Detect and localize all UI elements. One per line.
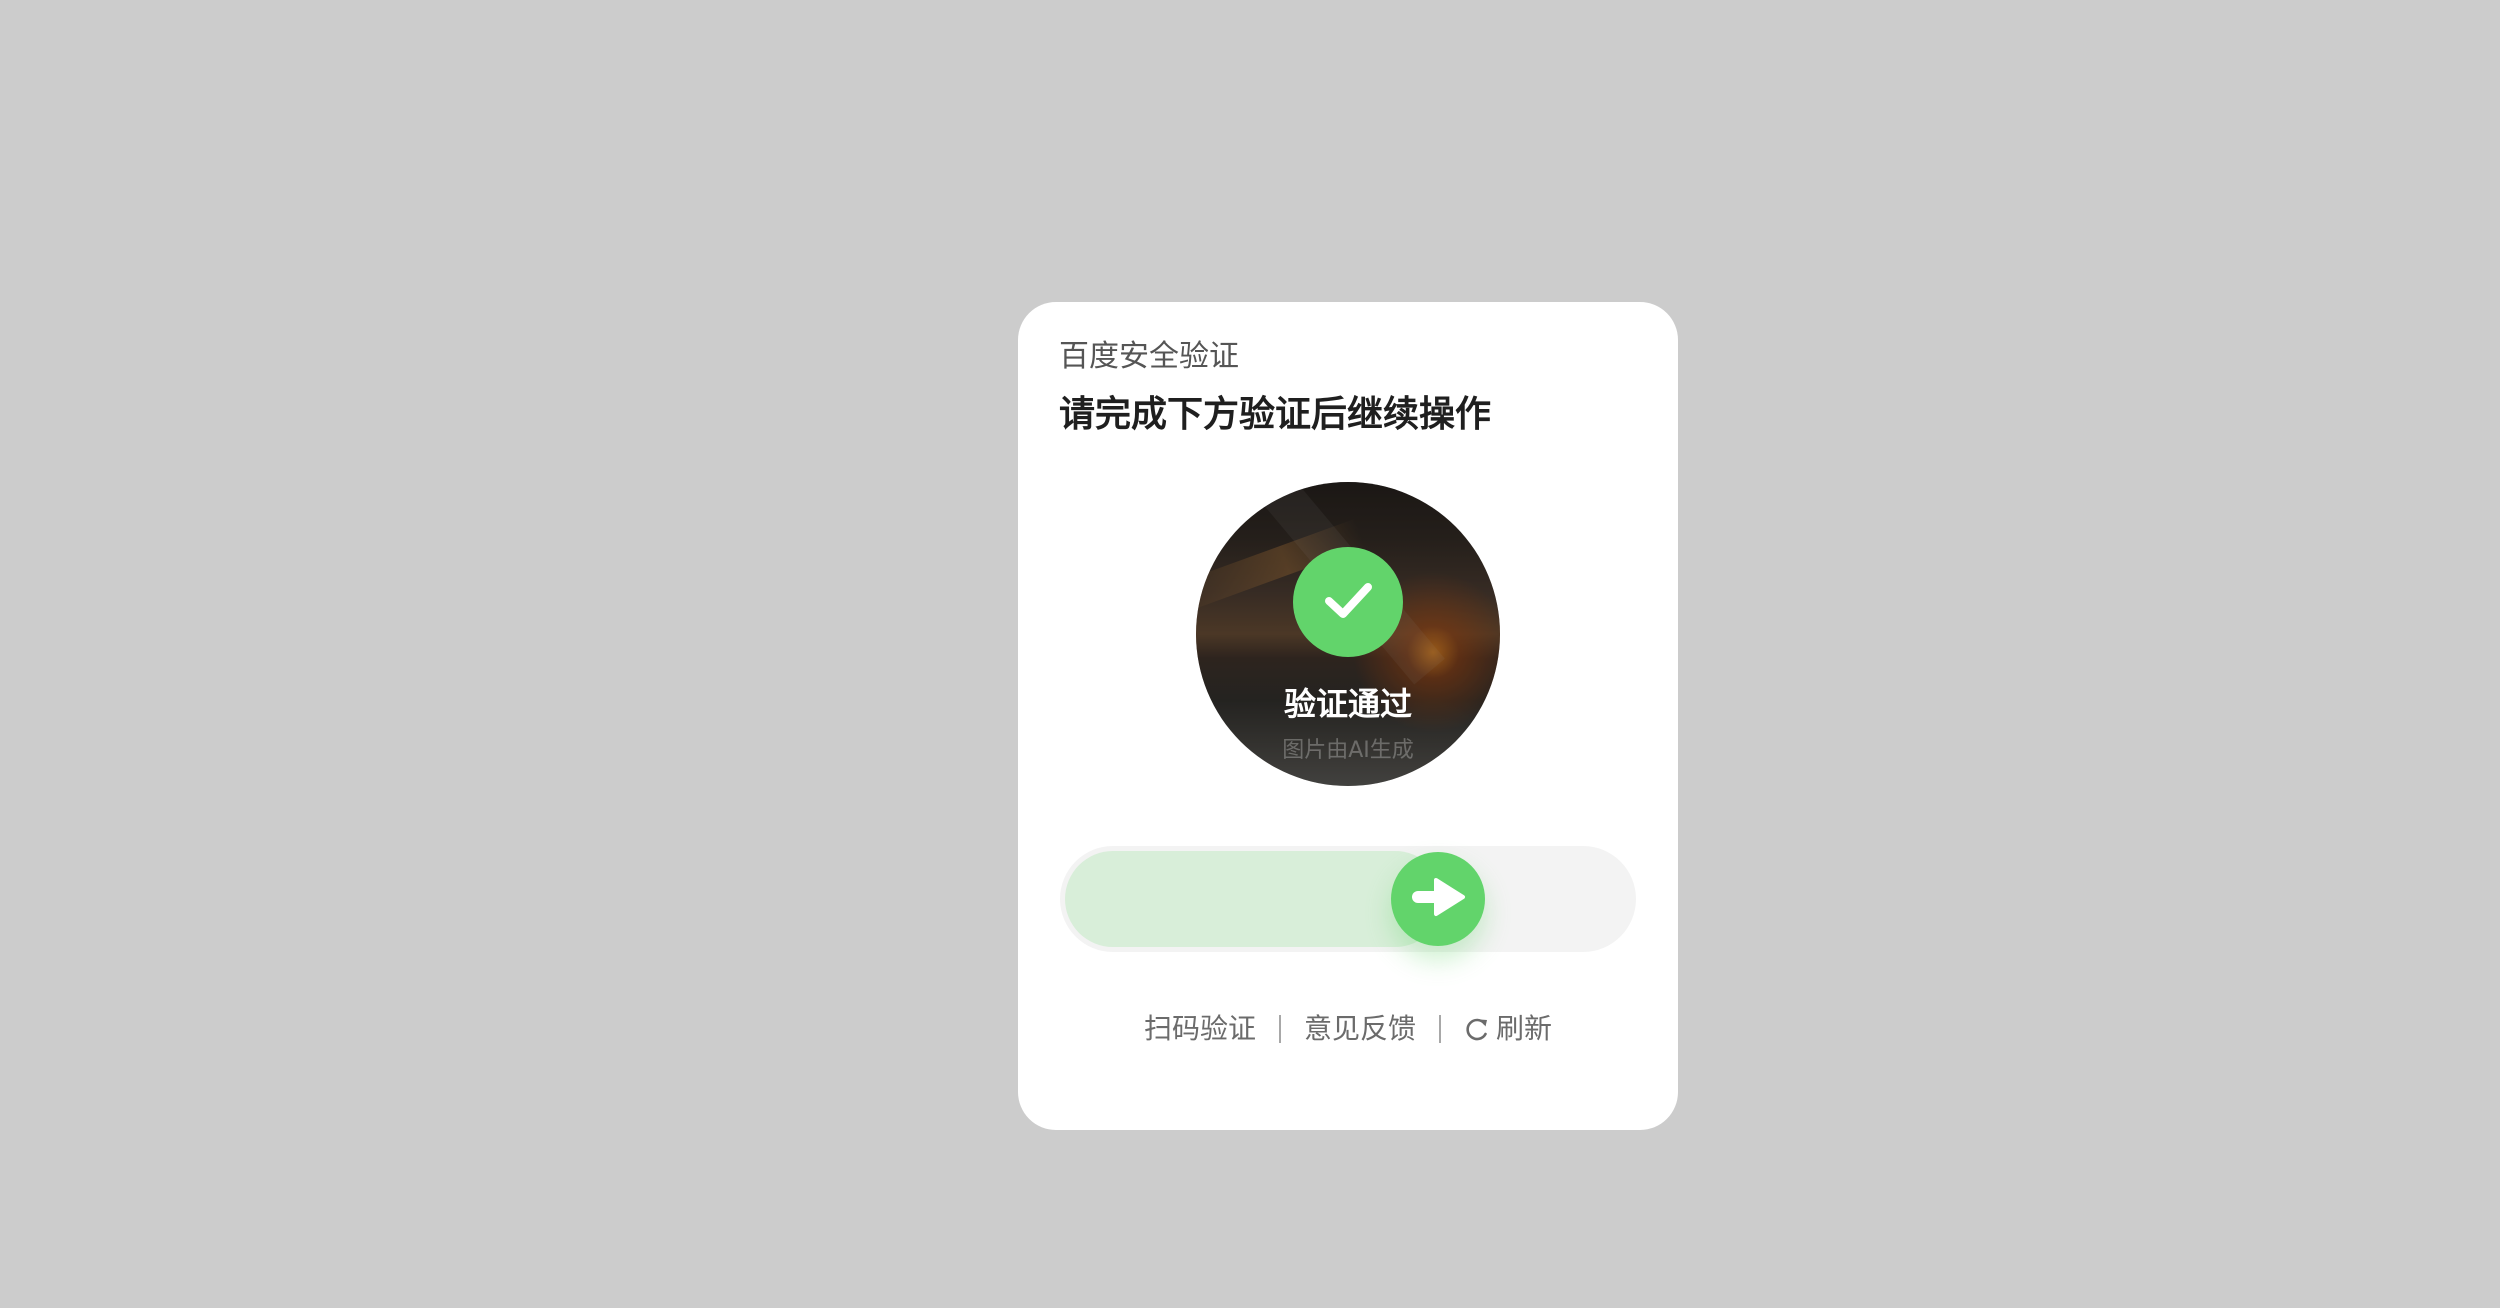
page-title: 请完成下方验证后继续操作	[1059, 394, 1492, 435]
feedback-link[interactable]: 意见反馈	[1304, 1015, 1416, 1043]
refresh-button[interactable]: 刷新	[1464, 1015, 1552, 1043]
success-badge	[1293, 547, 1403, 657]
divider	[1439, 1015, 1441, 1043]
check-icon	[1319, 571, 1377, 633]
arrow-right-icon	[1408, 877, 1468, 921]
footer-links: 扫码验证 意见反馈 刷新	[1018, 1015, 1678, 1043]
verification-card: 百度安全验证 请完成下方验证后继续操作 验证通过 图片由AI生成 扫码验证 意见…	[1018, 302, 1678, 1130]
slider-progress-fill	[1065, 851, 1443, 947]
divider	[1278, 1015, 1281, 1043]
brand-title: 百度安全验证	[1059, 339, 1239, 374]
slider-handle[interactable]	[1390, 852, 1485, 946]
ai-generated-note: 图片由AI生成	[1282, 738, 1414, 763]
puzzle-image: 验证通过 图片由AI生成	[1196, 482, 1500, 786]
verification-status-text: 验证通过	[1283, 685, 1412, 723]
scan-verify-link[interactable]: 扫码验证	[1144, 1015, 1256, 1043]
refresh-icon	[1464, 1016, 1490, 1042]
slider-track[interactable]	[1060, 846, 1636, 952]
refresh-label: 刷新	[1496, 1012, 1553, 1045]
